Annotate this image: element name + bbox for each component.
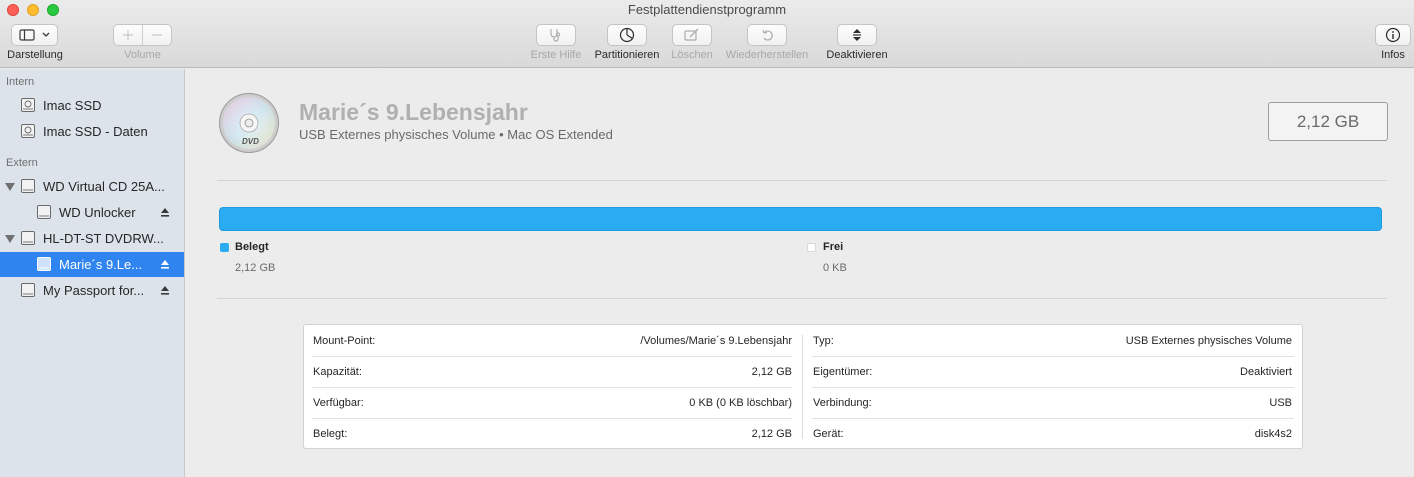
sidebar-item-label: HL-DT-ST DVDRW... [43,231,164,246]
info-icon [1385,27,1401,43]
pie-chart-icon [619,27,635,43]
volume-detail-pane: DVD Marie´s 9.Lebensjahr USB Externes ph… [186,69,1414,477]
window-title: Festplattendienstprogramm [627,2,787,17]
toolbar: Festplattendienstprogramm Darstellung Vo… [0,0,1414,68]
sidebar-item-label: WD Unlocker [59,205,136,220]
sidebar-item-imac-ssd-daten[interactable]: Imac SSD - Daten [0,119,184,144]
first-aid-button[interactable] [536,24,576,46]
unmount-button[interactable] [837,24,877,46]
partition-label: Partitionieren [594,49,660,61]
info-value: USB Externes physisches Volume [1125,335,1292,347]
info-value: Deaktiviert [1240,366,1292,378]
sidebar-item-maries-volume[interactable]: Marie´s 9.Le... [0,252,184,277]
plus-icon [122,30,133,40]
info-key: Verfügbar: [313,397,364,409]
minus-icon [151,34,162,36]
info-key: Typ: [813,335,834,347]
eject-icon[interactable] [160,207,170,219]
row-separator [312,387,792,388]
external-disk-icon [21,231,35,245]
divider [217,180,1387,181]
volume-name: Marie´s 9.Lebensjahr [299,99,528,125]
free-value: 0 KB [823,262,847,274]
row-separator [812,356,1294,357]
info-key: Mount-Point: [313,335,376,347]
info-value: /Volumes/Marie´s 9.Lebensjahr [640,335,792,347]
volume-buttons [113,24,172,46]
restore-label: Wiederherstellen [725,49,809,61]
restore-arrow-icon [762,29,773,41]
internal-disk-icon [21,124,35,138]
info-value: 2,12 GB [751,366,792,378]
sidebar-item-wd-virtual-cd[interactable]: WD Virtual CD 25A... [0,174,184,199]
volume-info-table: Mount-Point: /Volumes/Marie´s 9.Lebensja… [303,324,1303,449]
info-key: Gerät: [813,428,844,440]
eject-icon[interactable] [160,259,170,271]
volume-subtitle: USB Externes physisches Volume • Mac OS … [299,127,613,142]
sidebar-item-imac-ssd[interactable]: Imac SSD [0,93,184,118]
column-separator [802,335,803,439]
row-separator [312,356,792,357]
sidebar-item-wd-unlocker[interactable]: WD Unlocker [0,200,184,225]
sidebar-section-internal: Intern [6,76,35,88]
stethoscope-icon [550,29,561,42]
info-key: Kapazität: [313,366,362,378]
external-disk-icon [21,283,35,297]
eject-icon[interactable] [160,285,170,297]
capacity-badge: 2,12 GB [1268,102,1388,141]
info-key: Eigentümer: [813,366,873,378]
info-key: Verbindung: [813,397,872,409]
erase-label: Löschen [671,49,713,61]
row-separator [812,418,1294,419]
partition-button[interactable] [607,24,647,46]
used-value: 2,12 GB [235,262,276,274]
volume-label: Volume [124,49,161,61]
volume-icon [37,205,51,219]
first-aid-label: Erste Hilfe [530,49,582,61]
row-separator [312,418,792,419]
sidebar-item-my-passport[interactable]: My Passport for... [0,278,184,303]
info-value: USB [1269,397,1292,409]
used-legend-swatch [220,243,229,252]
sidebar-item-label: WD Virtual CD 25A... [43,179,165,194]
info-value: disk4s2 [1254,428,1292,440]
view-button[interactable] [11,24,58,46]
sidebar-item-label: Imac SSD - Daten [43,124,148,139]
add-volume-button[interactable] [114,25,143,45]
info-value: 2,12 GB [751,428,792,440]
restore-button[interactable] [747,24,787,46]
info-key: Belegt: [313,428,348,440]
internal-disk-icon [21,98,35,112]
erase-disk-icon [684,28,699,41]
free-legend-label: Frei [823,241,844,253]
sidebar-item-label: Imac SSD [43,98,102,113]
sidebar-section-external: Extern [6,157,38,169]
info-value: 0 KB (0 KB löschbar) [689,397,792,409]
volume-icon [37,257,51,271]
free-legend-swatch [807,243,816,252]
sidebar-item-hl-dt-st-dvdrw[interactable]: HL-DT-ST DVDRW... [0,226,184,251]
disclosure-triangle-icon[interactable] [5,235,15,243]
erase-button[interactable] [672,24,712,46]
sidebar-icon [18,29,49,41]
external-disk-icon [21,179,35,193]
info-label: Infos [1381,49,1405,61]
info-button[interactable] [1375,24,1411,46]
view-label: Darstellung [7,49,63,61]
usage-bar [219,207,1382,231]
svg-text:DVD: DVD [242,137,259,146]
row-separator [812,387,1294,388]
sidebar-item-label: Marie´s 9.Le... [59,257,143,272]
sidebar-item-label: My Passport for... [43,283,145,298]
dvd-disc-icon: DVD [219,93,279,153]
disclosure-triangle-icon[interactable] [5,183,15,191]
unmount-label: Deaktivieren [826,49,888,61]
sidebar: Intern Imac SSD Imac SSD - Daten Extern … [0,69,185,477]
used-legend-label: Belegt [235,241,269,253]
unmount-icon [853,29,861,41]
divider [217,298,1387,299]
remove-volume-button[interactable] [143,25,171,45]
